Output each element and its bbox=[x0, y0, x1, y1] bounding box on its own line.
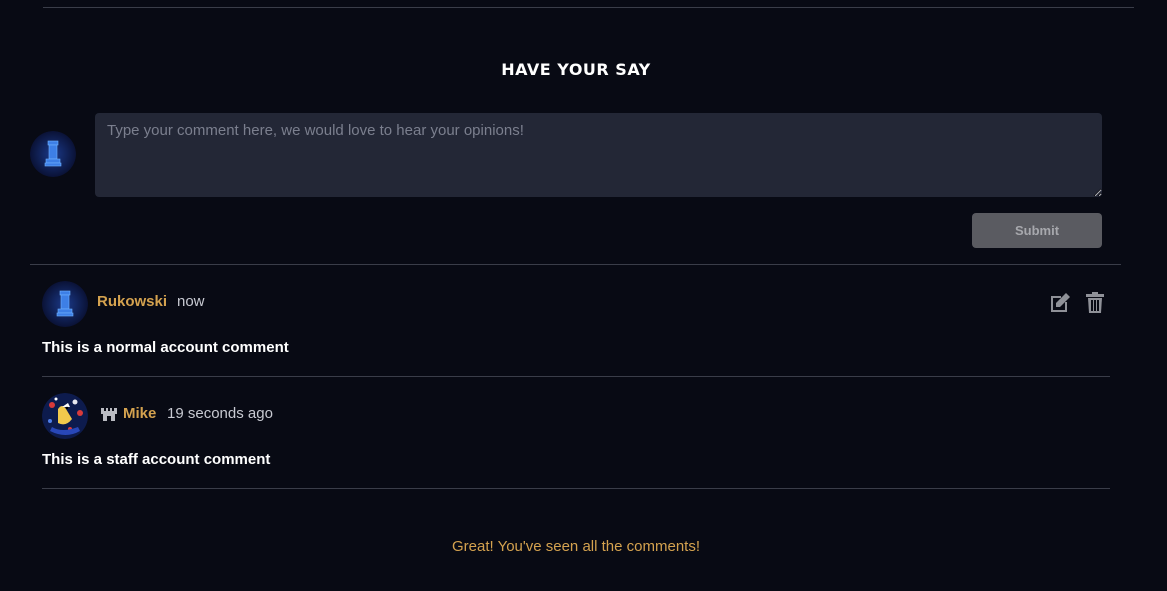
comment-author-avatar bbox=[42, 281, 88, 327]
trash-icon[interactable] bbox=[1083, 291, 1107, 315]
comment-author-name[interactable]: Rukowski bbox=[97, 293, 167, 310]
end-of-comments-message: Great! You've seen all the comments! bbox=[451, 538, 700, 555]
comment-text: This is a staff account comment bbox=[42, 451, 271, 468]
comment-timestamp: now bbox=[177, 293, 205, 310]
edit-icon[interactable] bbox=[1048, 291, 1072, 315]
comment-divider bbox=[42, 376, 1110, 377]
current-user-avatar bbox=[30, 131, 76, 177]
castle-crown-icon bbox=[100, 406, 118, 422]
top-divider bbox=[43, 7, 1134, 8]
comment-text: This is a normal account comment bbox=[42, 339, 289, 356]
comment-timestamp: 19 seconds ago bbox=[167, 405, 273, 422]
comment-input[interactable] bbox=[95, 113, 1102, 197]
section-title: Have your say bbox=[501, 60, 651, 79]
comment-author-avatar bbox=[42, 393, 88, 439]
submit-button[interactable]: Submit bbox=[972, 213, 1102, 248]
comment-author-name[interactable]: Mike bbox=[123, 405, 156, 422]
compose-divider bbox=[30, 264, 1121, 265]
comment-divider bbox=[42, 488, 1110, 489]
